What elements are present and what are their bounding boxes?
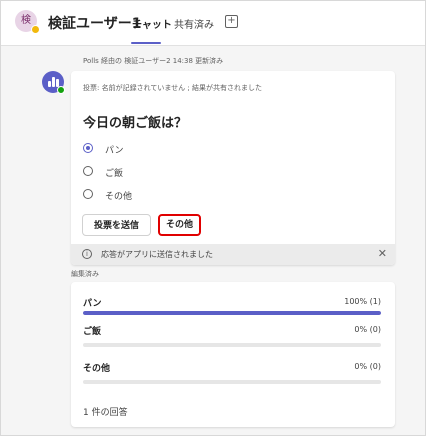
results-card: パン 100% (1) ご飯 0% (0) その他 0% (0) 1 件の回答 xyxy=(71,282,395,427)
result-value: 100% (1) xyxy=(344,297,381,306)
app-frame: 検 検証ユーザー1 チャット 共有済み + Polls 経由の 検証ユーザー2 … xyxy=(0,0,426,436)
result-label: パン xyxy=(83,299,102,309)
poll-card: 投票: 名前が記録されていません ; 結果が共有されました 今日の朝ご飯は？ パ… xyxy=(71,71,395,265)
result-bar-fill xyxy=(83,311,381,315)
info-icon: i xyxy=(82,249,92,259)
radio-selected-icon[interactable] xyxy=(83,143,93,153)
presence-away-icon xyxy=(31,25,40,34)
result-value: 0% (0) xyxy=(354,362,381,371)
submit-vote-button[interactable]: 投票を送信 xyxy=(82,214,151,236)
tab-active-indicator xyxy=(131,42,161,44)
result-label: ご飯 xyxy=(83,327,102,337)
add-tab-icon[interactable]: + xyxy=(225,15,238,28)
result-bar-track xyxy=(83,311,381,315)
radio-icon[interactable] xyxy=(83,166,93,176)
info-message: 応答がアプリに送信されました xyxy=(101,250,213,259)
tab-chat[interactable]: チャット xyxy=(132,16,172,31)
poll-question: 今日の朝ご飯は？ xyxy=(83,116,188,131)
poll-settings-note: 投票: 名前が記録されていません ; 結果が共有されました xyxy=(83,84,262,92)
presence-available-icon xyxy=(57,86,65,94)
other-button[interactable]: その他 xyxy=(158,214,201,236)
info-bar: i 応答がアプリに送信されました ✕ xyxy=(71,244,395,265)
tab-shared[interactable]: 共有済み xyxy=(174,16,214,31)
poll-chart-icon xyxy=(48,81,51,87)
edited-label: 編集済み xyxy=(71,270,99,278)
poll-option-label: パン xyxy=(105,146,124,156)
result-bar-track xyxy=(83,380,381,384)
result-bar-track xyxy=(83,343,381,347)
radio-icon[interactable] xyxy=(83,189,93,199)
result-label: その他 xyxy=(83,364,111,374)
chat-title: 検証ユーザー1 xyxy=(48,16,142,32)
chat-header: 検 検証ユーザー1 チャット 共有済み + xyxy=(1,1,425,46)
poll-chart-icon-bar xyxy=(52,77,55,87)
result-value: 0% (0) xyxy=(354,325,381,334)
message-meta: Polls 経由の 検証ユーザー2 14:38 更新済み xyxy=(83,57,224,65)
poll-option-label: ご飯 xyxy=(105,169,124,179)
response-count: 1 件の回答 xyxy=(83,408,128,418)
close-icon[interactable]: ✕ xyxy=(378,248,387,260)
poll-option-label: その他 xyxy=(105,192,133,202)
